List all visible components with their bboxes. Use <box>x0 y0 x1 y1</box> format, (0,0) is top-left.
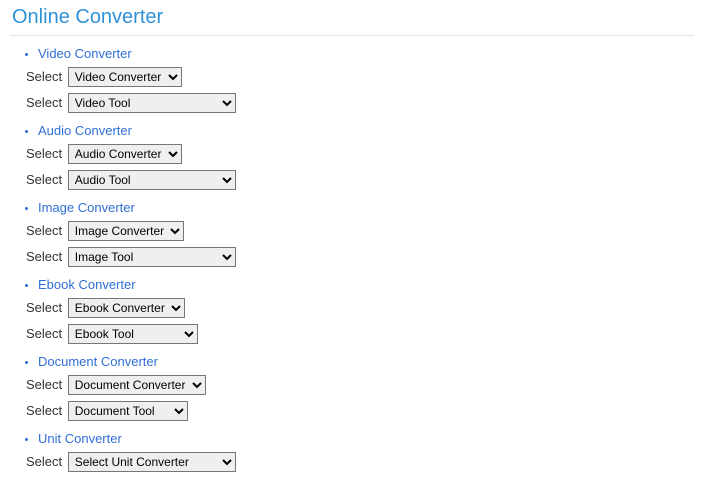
image-tool-select[interactable]: Image Tool <box>68 247 236 267</box>
unit-converter-select[interactable]: Select Unit Converter <box>68 452 236 472</box>
select-row: Select Audio Converter <box>26 144 694 164</box>
select-label: Select <box>26 300 62 315</box>
list-item: Ebook Converter Select Ebook Converter S… <box>38 277 694 344</box>
video-tool-select[interactable]: Video Tool <box>68 93 236 113</box>
select-row: Select Document Converter <box>26 375 694 395</box>
image-converter-link[interactable]: Image Converter <box>38 200 135 215</box>
audio-converter-select[interactable]: Audio Converter <box>68 144 182 164</box>
list-item: Video Converter Select Video Converter S… <box>38 46 694 113</box>
select-label: Select <box>26 326 62 341</box>
select-label: Select <box>26 69 62 84</box>
ebook-converter-select[interactable]: Ebook Converter <box>68 298 185 318</box>
select-row: Select Video Tool <box>26 93 694 113</box>
video-converter-select[interactable]: Video Converter <box>68 67 182 87</box>
list-item: Image Converter Select Image Converter S… <box>38 200 694 267</box>
page-title: Online Converter <box>12 6 694 29</box>
select-label: Select <box>26 454 62 469</box>
divider <box>10 35 694 36</box>
select-row: Select Ebook Converter <box>26 298 694 318</box>
select-row: Select Image Tool <box>26 247 694 267</box>
audio-converter-link[interactable]: Audio Converter <box>38 123 132 138</box>
list-item: Audio Converter Select Audio Converter S… <box>38 123 694 190</box>
select-label: Select <box>26 95 62 110</box>
select-label: Select <box>26 403 62 418</box>
select-label: Select <box>26 146 62 161</box>
unit-converter-link[interactable]: Unit Converter <box>38 431 122 446</box>
ebook-tool-select[interactable]: Ebook Tool <box>68 324 198 344</box>
select-row: Select Ebook Tool <box>26 324 694 344</box>
select-row: Select Document Tool <box>26 401 694 421</box>
document-converter-link[interactable]: Document Converter <box>38 354 158 369</box>
video-converter-link[interactable]: Video Converter <box>38 46 132 61</box>
converter-list: Video Converter Select Video Converter S… <box>10 46 694 472</box>
list-item: Document Converter Select Document Conve… <box>38 354 694 421</box>
document-tool-select[interactable]: Document Tool <box>68 401 188 421</box>
audio-tool-select[interactable]: Audio Tool <box>68 170 236 190</box>
select-label: Select <box>26 377 62 392</box>
select-row: Select Video Converter <box>26 67 694 87</box>
select-label: Select <box>26 172 62 187</box>
select-row: Select Image Converter <box>26 221 694 241</box>
ebook-converter-link[interactable]: Ebook Converter <box>38 277 136 292</box>
select-row: Select Select Unit Converter <box>26 452 694 472</box>
select-label: Select <box>26 223 62 238</box>
document-converter-select[interactable]: Document Converter <box>68 375 206 395</box>
image-converter-select[interactable]: Image Converter <box>68 221 184 241</box>
select-label: Select <box>26 249 62 264</box>
list-item: Unit Converter Select Select Unit Conver… <box>38 431 694 472</box>
select-row: Select Audio Tool <box>26 170 694 190</box>
